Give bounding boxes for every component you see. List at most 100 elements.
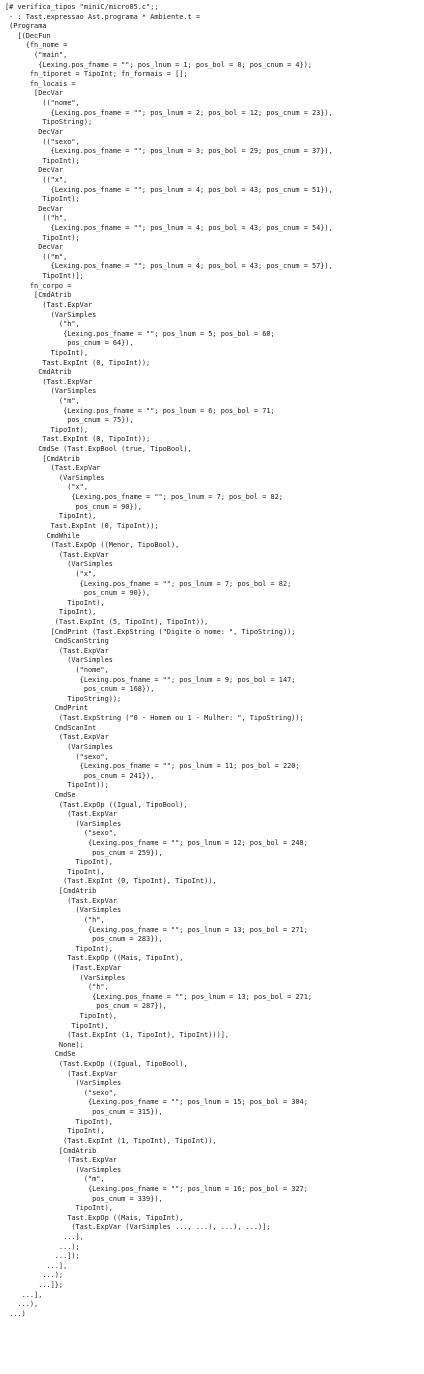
output-line: (Tast.ExpVar bbox=[5, 1069, 118, 1078]
output-line: {Lexing.pos_fname = ""; pos_lnum = 3; po… bbox=[5, 147, 333, 156]
output-line: {Lexing.pos_fname = ""; pos_lnum = 7; po… bbox=[5, 493, 283, 502]
output-line: ("main", bbox=[5, 51, 68, 60]
output-line: ("sexo", bbox=[5, 1088, 118, 1097]
output-line: {Lexing.pos_fname = ""; pos_lnum = 4; po… bbox=[5, 185, 333, 194]
output-line: {Lexing.pos_fname = ""; pos_lnum = 15; p… bbox=[5, 1098, 308, 1107]
output-line: Tast.ExpInt (0, TipoInt)); bbox=[5, 435, 151, 444]
output-line: (Tast.ExpInt (0, TipoInt), TipoInt)), bbox=[5, 877, 217, 886]
output-line: fn_tiporet = TipoInt; fn_formais = []; bbox=[5, 70, 188, 79]
output-line: (("sexo", bbox=[5, 137, 80, 146]
toplevel-input-line: [# verifica_tipos "miniC/micro05.c";; bbox=[5, 3, 159, 11]
output-line: TipoInt), bbox=[5, 598, 105, 607]
output-line: (VarSimples bbox=[5, 973, 126, 982]
output-line: ("h", bbox=[5, 983, 109, 992]
output-line: TipoInt), bbox=[5, 425, 88, 434]
output-line: DecVar bbox=[5, 127, 64, 136]
output-line: [DecVar bbox=[5, 89, 64, 98]
output-line: TipoInt); bbox=[5, 195, 80, 204]
output-line: pos_cnum = 339}), bbox=[5, 1194, 163, 1203]
output-line: (Tast.ExpString ("0 - Homem ou 1 - Mulhe… bbox=[5, 714, 304, 723]
output-line: (Tast.ExpOp ((Igual, TipoBool), bbox=[5, 800, 188, 809]
output-line: {Lexing.pos_fname = ""; pos_lnum = 4; po… bbox=[5, 262, 333, 271]
output-line: Tast.ExpInt (0, TipoInt)); bbox=[5, 358, 151, 367]
output-line: ...), bbox=[5, 1300, 39, 1309]
output-line: ("nome", bbox=[5, 666, 109, 675]
output-line: (VarSimples bbox=[5, 387, 97, 396]
output-line: ...) bbox=[5, 1309, 26, 1318]
output-line: TipoString)); bbox=[5, 694, 122, 703]
output-line: fn_corpo = bbox=[5, 281, 72, 290]
output-line: TipoInt), bbox=[5, 1021, 109, 1030]
output-line: ("h", bbox=[5, 915, 105, 924]
output-line: TipoInt), bbox=[5, 858, 113, 867]
output-line: (Tast.ExpVar bbox=[5, 733, 109, 742]
output-line: ...], bbox=[5, 1233, 84, 1241]
output-line: ("m", bbox=[5, 396, 80, 405]
output-line: [CmdAtrib bbox=[5, 454, 80, 463]
output-line: Tast.ExpOp ((Mais, TipoInt), bbox=[5, 954, 184, 963]
output-line: {Lexing.pos_fname = ""; pos_lnum = 9; po… bbox=[5, 675, 296, 684]
output-line: (("x", bbox=[5, 175, 68, 184]
output-line: [(DecFun bbox=[5, 31, 51, 40]
output-line: TipoInt); bbox=[5, 156, 80, 165]
output-line: {Lexing.pos_fname = ""; pos_lnum = 11; p… bbox=[5, 762, 300, 771]
output-line: {Lexing.pos_fname = ""; pos_lnum = 4; po… bbox=[5, 224, 333, 233]
output-line: CmdSe bbox=[5, 790, 76, 799]
output-line: (VarSimples bbox=[5, 1165, 122, 1174]
output-line: CmdScanInt bbox=[5, 723, 97, 732]
output-line: {fn_nome = bbox=[5, 41, 68, 50]
output-line: ("x", bbox=[5, 483, 88, 492]
output-line: (("m", bbox=[5, 252, 68, 261]
output-line: TipoInt)]; bbox=[5, 272, 84, 281]
output-line: ("sexo", bbox=[5, 752, 109, 761]
output-line: (Tast.ExpVar (VarSimples ..., ...), ...)… bbox=[5, 1223, 271, 1232]
output-line: CmdPrint bbox=[5, 704, 88, 713]
output-line: (Tast.ExpVar bbox=[5, 1156, 118, 1165]
output-line: pos_cnum = 315}), bbox=[5, 1108, 163, 1117]
output-line: ("x", bbox=[5, 569, 97, 578]
output-line: DecVar bbox=[5, 166, 64, 175]
output-line: pos_cnum = 90}), bbox=[5, 589, 151, 598]
output-line: fn_locais = bbox=[5, 79, 76, 88]
output-line: pos_cnum = 75}), bbox=[5, 416, 134, 425]
output-line: ...); bbox=[5, 1242, 80, 1251]
output-line: (Tast.ExpOp ((Menor, TipoBool), bbox=[5, 541, 180, 550]
output-line: (("nome", bbox=[5, 99, 80, 108]
output-line: DecVar bbox=[5, 204, 64, 213]
output-line: (Tast.ExpInt (5, TipoInt), TipoInt)), bbox=[5, 618, 209, 626]
output-line: Tast.ExpOp ((Mais, TipoInt), bbox=[5, 1213, 184, 1222]
output-line: {Lexing.pos_fname = ""; pos_lnum = 1; po… bbox=[5, 60, 312, 69]
output-line: ...]}; bbox=[5, 1281, 64, 1290]
output-line: TipoString); bbox=[5, 118, 93, 127]
output-line: ...); bbox=[5, 1271, 64, 1280]
output-line: {Lexing.pos_fname = ""; pos_lnum = 5; po… bbox=[5, 329, 275, 338]
output-line: TipoInt), bbox=[5, 867, 105, 876]
output-line: [CmdAtrib bbox=[5, 291, 72, 300]
toplevel-output-text: [# verifica_tipos "miniC/micro05.c";; - … bbox=[5, 3, 333, 1319]
output-line: {Lexing.pos_fname = ""; pos_lnum = 12; p… bbox=[5, 839, 308, 848]
output-line: CmdWhile bbox=[5, 531, 80, 540]
output-line: {Lexing.pos_fname = ""; pos_lnum = 16; p… bbox=[5, 1184, 308, 1193]
output-line: (VarSimples bbox=[5, 819, 122, 828]
output-line: None); bbox=[5, 1040, 84, 1049]
output-line: pos_cnum = 90}), bbox=[5, 502, 142, 511]
output-line: TipoInt), bbox=[5, 1011, 118, 1020]
toplevel-output-pane: [# verifica_tipos "miniC/micro05.c";; - … bbox=[0, 0, 424, 1374]
output-line: (Tast.ExpVar bbox=[5, 963, 122, 972]
output-line: ...], bbox=[5, 1290, 43, 1299]
output-line: [CmdPrint (Tast.ExpString ("Digite o nom… bbox=[5, 627, 296, 636]
output-line: (Tast.ExpVar bbox=[5, 550, 109, 559]
output-line: pos_cnum = 168}), bbox=[5, 685, 155, 694]
output-line: CmdAtrib bbox=[5, 368, 72, 377]
output-line: TipoInt); bbox=[5, 233, 80, 242]
output-line: (Tast.ExpVar bbox=[5, 377, 93, 386]
output-line: CmdScanString bbox=[5, 637, 109, 646]
output-line: (Tast.ExpVar bbox=[5, 646, 109, 655]
output-line: TipoInt), bbox=[5, 944, 113, 953]
output-line: TipoInt), bbox=[5, 1127, 105, 1136]
output-line: pos_cnum = 259}), bbox=[5, 848, 163, 857]
output-line: (VarSimples bbox=[5, 310, 97, 319]
output-line: ("h", bbox=[5, 320, 80, 329]
output-line: CmdSe (Tast.ExpBool (true, TipoBool), bbox=[5, 445, 192, 454]
output-line: (Programa bbox=[5, 22, 47, 31]
